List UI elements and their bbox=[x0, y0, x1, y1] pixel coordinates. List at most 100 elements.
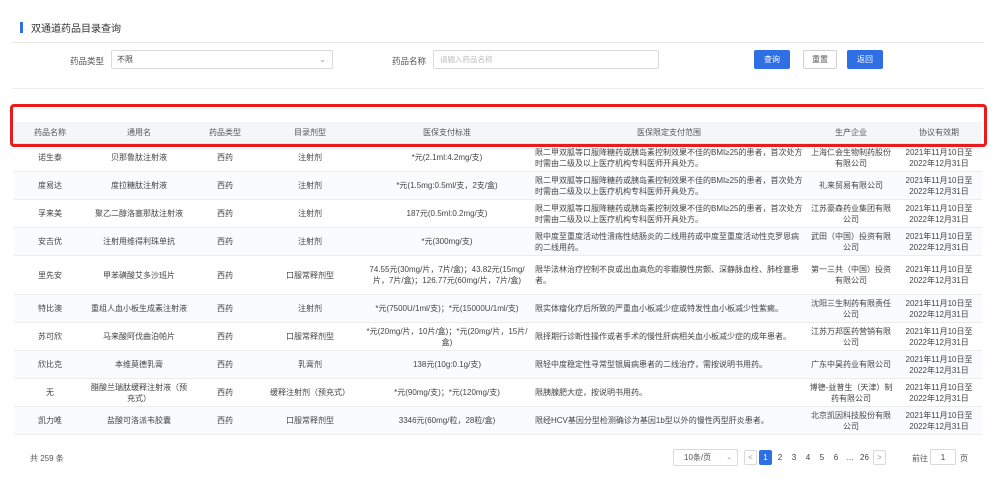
drug-type-label: 药品类型 bbox=[70, 56, 105, 66]
column-header[interactable]: 目录剂型 bbox=[258, 122, 362, 144]
manufacturer-cell: 博德-益普生（天津）制药有限公司 bbox=[806, 378, 896, 407]
generic-name-cell: 重组人血小板生成素注射液 bbox=[86, 294, 192, 323]
filter-divider bbox=[12, 88, 984, 89]
payment-standard-cell: 3346元(60mg/粒，28粒/盒) bbox=[362, 406, 532, 435]
goto-suffix: 页 bbox=[960, 454, 968, 463]
page-header: 双通道药品目录查询 bbox=[20, 20, 121, 35]
goto-label: 前往 bbox=[912, 454, 928, 463]
table-row[interactable]: 里先安 甲苯磺酸艾多沙班片 西药 口服常释剂型 74.55元(30mg/片，7片… bbox=[14, 255, 982, 295]
payment-scope-cell: 限轻中度稳定性寻常型银屑病患者的二线治疗，需按说明书用药。 bbox=[532, 350, 806, 379]
validity-cell: 2021年11月10日至2022年12月31日 bbox=[896, 378, 982, 407]
page-number[interactable]: 6 bbox=[830, 450, 842, 465]
column-header[interactable]: 医保限定支付范围 bbox=[532, 122, 806, 144]
page-number[interactable]: 5 bbox=[816, 450, 828, 465]
column-header[interactable]: 协议有效期 bbox=[896, 122, 982, 144]
table-row[interactable]: 苏可欣 马来酸阿伐曲泊帕片 西药 口服常释剂型 *元(20mg/片，10片/盒)… bbox=[14, 322, 982, 351]
pager: < 1 2 3 4 5 6 ... 26 > bbox=[744, 449, 888, 466]
page-number-current[interactable]: 1 bbox=[759, 450, 772, 465]
generic-name-cell: 本维莫德乳膏 bbox=[86, 350, 192, 379]
generic-name-cell: 度拉糖肽注射液 bbox=[86, 171, 192, 200]
dosage-form-cell: 注射剂 bbox=[258, 199, 362, 228]
drug-name-label: 药品名称 bbox=[392, 56, 427, 66]
payment-scope-cell: 限二甲双胍等口服降糖药或胰岛素控制效果不佳的BMI≥25的患者，首次处方时需由二… bbox=[532, 199, 806, 228]
more-pages-ellipsis[interactable]: ... bbox=[844, 450, 856, 465]
prev-page-button[interactable]: < bbox=[744, 450, 757, 465]
pagination-bar: 共 259 条 10条/页 ⌄ < 1 2 3 4 5 6 ... 26 > 前… bbox=[0, 448, 996, 470]
column-header[interactable]: 生产企业 bbox=[806, 122, 896, 144]
table-row[interactable]: 凯力唯 盐酸可洛派韦胶囊 西药 口服常释剂型 3346元(60mg/粒，28粒/… bbox=[14, 406, 982, 435]
page-number[interactable]: 3 bbox=[788, 450, 800, 465]
generic-name-cell: 聚乙二醇洛塞那肽注射液 bbox=[86, 199, 192, 228]
validity-cell: 2021年11月10日至2022年12月31日 bbox=[896, 171, 982, 200]
next-page-button[interactable]: > bbox=[872, 450, 886, 465]
drug-type-select[interactable]: 不限 ⌄ bbox=[111, 50, 333, 69]
manufacturer-cell: 沈阳三生制药有限责任公司 bbox=[806, 294, 896, 323]
column-header[interactable]: 药品名称 bbox=[14, 122, 86, 144]
column-header[interactable]: 医保支付标准 bbox=[362, 122, 532, 144]
dosage-form-cell: 口服常释剂型 bbox=[258, 406, 362, 435]
generic-name-cell: 醋酸兰瑞肽缓释注射液（预充式） bbox=[86, 378, 192, 407]
drug-name-cell: 欣比克 bbox=[14, 350, 86, 379]
dosage-form-cell: 口服常释剂型 bbox=[258, 322, 362, 351]
dosage-form-cell: 注射剂 bbox=[258, 143, 362, 172]
page-number[interactable]: 4 bbox=[802, 450, 814, 465]
column-header[interactable]: 通用名 bbox=[86, 122, 192, 144]
generic-name-cell: 贝那鲁肽注射液 bbox=[86, 143, 192, 172]
validity-cell: 2021年11月10日至2022年12月31日 bbox=[896, 350, 982, 379]
drug-name-input[interactable] bbox=[433, 50, 659, 69]
manufacturer-cell: 江苏万邦医药营销有限公司 bbox=[806, 322, 896, 351]
dosage-form-cell: 缓释注射剂（预充式） bbox=[258, 378, 362, 407]
drug-type-cell: 西药 bbox=[192, 406, 258, 435]
payment-scope-cell: 限中度至重度活动性溃疡性结肠炎的二线用药或中度至重度活动性克罗恩病的二线用药。 bbox=[532, 227, 806, 256]
table-row[interactable]: 欣比克 本维莫德乳膏 西药 乳膏剂 138元(10g:0.1g/支) 限轻中度稳… bbox=[14, 350, 982, 379]
page-size-select[interactable]: 10条/页 ⌄ bbox=[673, 449, 738, 466]
payment-standard-cell: *元(90mg/支)；*元(120mg/支) bbox=[362, 378, 532, 407]
drug-name-cell: 凯力唯 bbox=[14, 406, 86, 435]
payment-scope-cell: 限择期行诊断性操作或者手术的慢性肝病相关血小板减少症的成年患者。 bbox=[532, 322, 806, 351]
table-row[interactable]: 安吉优 注射用维得利珠单抗 西药 注射剂 *元(300mg/支) 限中度至重度活… bbox=[14, 227, 982, 256]
generic-name-cell: 注射用维得利珠单抗 bbox=[86, 227, 192, 256]
payment-standard-cell: 138元(10g:0.1g/支) bbox=[362, 350, 532, 379]
validity-cell: 2021年11月10日至2022年12月31日 bbox=[896, 227, 982, 256]
drug-type-cell: 西药 bbox=[192, 322, 258, 351]
page-number[interactable]: 26 bbox=[858, 450, 871, 465]
drug-table: 药品名称 通用名 药品类型 目录剂型 医保支付标准 医保限定支付范围 生产企业 … bbox=[14, 122, 982, 435]
manufacturer-cell: 第一三共（中国）投资有限公司 bbox=[806, 255, 896, 295]
page-number[interactable]: 2 bbox=[774, 450, 786, 465]
manufacturer-cell: 北京凯因科技股份有限公司 bbox=[806, 406, 896, 435]
manufacturer-cell: 武田（中国）投资有限公司 bbox=[806, 227, 896, 256]
drug-name-cell: 诺生泰 bbox=[14, 143, 86, 172]
validity-cell: 2021年11月10日至2022年12月31日 bbox=[896, 294, 982, 323]
drug-name-cell: 孚来美 bbox=[14, 199, 86, 228]
table-row[interactable]: 诺生泰 贝那鲁肽注射液 西药 注射剂 *元(2.1ml:4.2mg/支) 限二甲… bbox=[14, 143, 982, 172]
column-header[interactable]: 药品类型 bbox=[192, 122, 258, 144]
table-row[interactable]: 无 醋酸兰瑞肽缓释注射液（预充式） 西药 缓释注射剂（预充式） *元(90mg/… bbox=[14, 378, 982, 407]
payment-standard-cell: *元(300mg/支) bbox=[362, 227, 532, 256]
validity-cell: 2021年11月10日至2022年12月31日 bbox=[896, 199, 982, 228]
filter-bar: 药品类型 不限 ⌄ 药品名称 查询 重置 返回 bbox=[0, 49, 996, 71]
drug-type-cell: 西药 bbox=[192, 143, 258, 172]
drug-type-cell: 西药 bbox=[192, 294, 258, 323]
validity-cell: 2021年11月10日至2022年12月31日 bbox=[896, 143, 982, 172]
payment-standard-cell: 74.55元(30mg/片，7片/盒)；43.82元(15mg/片，7片/盒)；… bbox=[362, 255, 532, 295]
dosage-form-cell: 注射剂 bbox=[258, 171, 362, 200]
drug-name-cell: 无 bbox=[14, 378, 86, 407]
goto-page-input[interactable] bbox=[930, 449, 956, 465]
drug-type-cell: 西药 bbox=[192, 171, 258, 200]
drug-type-cell: 西药 bbox=[192, 350, 258, 379]
chevron-down-icon: ⌄ bbox=[319, 55, 326, 64]
table-row[interactable]: 度易达 度拉糖肽注射液 西药 注射剂 *元(1.5mg:0.5ml/支，2支/盒… bbox=[14, 171, 982, 200]
page-size-value: 10条/页 bbox=[684, 453, 712, 462]
query-button[interactable]: 查询 bbox=[754, 50, 790, 69]
table-row[interactable]: 特比澳 重组人血小板生成素注射液 西药 注射剂 *元(7500U/1ml/支)；… bbox=[14, 294, 982, 323]
drug-name-cell: 特比澳 bbox=[14, 294, 86, 323]
back-button[interactable]: 返回 bbox=[847, 50, 883, 69]
table-row[interactable]: 孚来美 聚乙二醇洛塞那肽注射液 西药 注射剂 187元(0.5ml:0.2mg/… bbox=[14, 199, 982, 228]
reset-button[interactable]: 重置 bbox=[803, 50, 837, 69]
dosage-form-cell: 口服常释剂型 bbox=[258, 255, 362, 295]
drug-type-cell: 西药 bbox=[192, 199, 258, 228]
page-container: 双通道药品目录查询 药品类型 不限 ⌄ 药品名称 查询 重置 返回 药品名称 通… bbox=[0, 0, 996, 489]
payment-scope-cell: 限二甲双胍等口服降糖药或胰岛素控制效果不佳的BMI≥25的患者，首次处方时需由二… bbox=[532, 171, 806, 200]
generic-name-cell: 马来酸阿伐曲泊帕片 bbox=[86, 322, 192, 351]
total-count: 共 259 条 bbox=[30, 454, 64, 463]
